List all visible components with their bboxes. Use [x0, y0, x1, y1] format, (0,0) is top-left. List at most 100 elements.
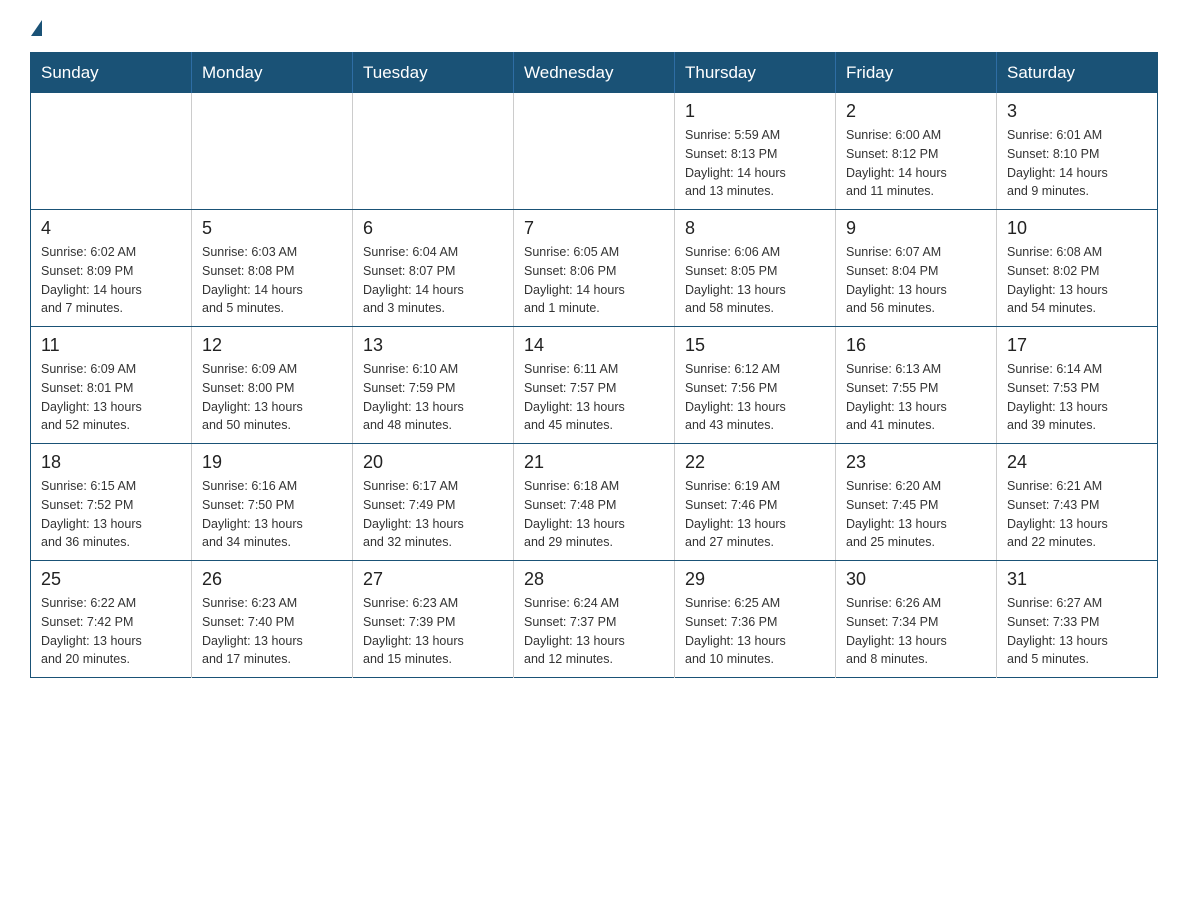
calendar-cell: 24 Sunrise: 6:21 AM Sunset: 7:43 PM Dayli… — [997, 444, 1158, 561]
calendar-cell: 31 Sunrise: 6:27 AM Sunset: 7:33 PM Dayli… — [997, 561, 1158, 678]
day-info: Sunrise: 6:02 AM Sunset: 8:09 PM Dayligh… — [41, 243, 181, 318]
page-header — [30, 20, 1158, 34]
day-number: 10 — [1007, 218, 1147, 239]
calendar-week-4: 18 Sunrise: 6:15 AM Sunset: 7:52 PM Dayli… — [31, 444, 1158, 561]
calendar-cell — [353, 93, 514, 210]
day-number: 5 — [202, 218, 342, 239]
day-info: Sunrise: 6:17 AM Sunset: 7:49 PM Dayligh… — [363, 477, 503, 552]
day-number: 30 — [846, 569, 986, 590]
day-number: 7 — [524, 218, 664, 239]
weekday-header-saturday: Saturday — [997, 53, 1158, 94]
day-number: 22 — [685, 452, 825, 473]
day-number: 14 — [524, 335, 664, 356]
calendar-cell: 20 Sunrise: 6:17 AM Sunset: 7:49 PM Dayli… — [353, 444, 514, 561]
day-info: Sunrise: 6:05 AM Sunset: 8:06 PM Dayligh… — [524, 243, 664, 318]
calendar-week-3: 11 Sunrise: 6:09 AM Sunset: 8:01 PM Dayli… — [31, 327, 1158, 444]
day-number: 16 — [846, 335, 986, 356]
calendar-cell: 28 Sunrise: 6:24 AM Sunset: 7:37 PM Dayli… — [514, 561, 675, 678]
calendar-cell: 27 Sunrise: 6:23 AM Sunset: 7:39 PM Dayli… — [353, 561, 514, 678]
calendar-week-1: 1Sunrise: 5:59 AM Sunset: 8:13 PM Daylig… — [31, 93, 1158, 210]
calendar-cell: 19Sunrise: 6:16 AM Sunset: 7:50 PM Dayli… — [192, 444, 353, 561]
day-info: Sunrise: 6:10 AM Sunset: 7:59 PM Dayligh… — [363, 360, 503, 435]
day-info: Sunrise: 6:24 AM Sunset: 7:37 PM Dayligh… — [524, 594, 664, 669]
day-number: 20 — [363, 452, 503, 473]
weekday-header-sunday: Sunday — [31, 53, 192, 94]
weekday-header-wednesday: Wednesday — [514, 53, 675, 94]
day-number: 17 — [1007, 335, 1147, 356]
day-info: Sunrise: 6:25 AM Sunset: 7:36 PM Dayligh… — [685, 594, 825, 669]
day-info: Sunrise: 6:09 AM Sunset: 8:00 PM Dayligh… — [202, 360, 342, 435]
day-info: Sunrise: 6:15 AM Sunset: 7:52 PM Dayligh… — [41, 477, 181, 552]
day-number: 27 — [363, 569, 503, 590]
calendar-week-5: 25 Sunrise: 6:22 AM Sunset: 7:42 PM Dayli… — [31, 561, 1158, 678]
weekday-header-thursday: Thursday — [675, 53, 836, 94]
day-info: Sunrise: 6:23 AM Sunset: 7:39 PM Dayligh… — [363, 594, 503, 669]
day-info: Sunrise: 6:21 AM Sunset: 7:43 PM Dayligh… — [1007, 477, 1147, 552]
day-info: Sunrise: 6:11 AM Sunset: 7:57 PM Dayligh… — [524, 360, 664, 435]
logo-triangle-icon — [31, 20, 42, 36]
day-info: Sunrise: 6:27 AM Sunset: 7:33 PM Dayligh… — [1007, 594, 1147, 669]
day-info: Sunrise: 6:09 AM Sunset: 8:01 PM Dayligh… — [41, 360, 181, 435]
calendar-cell: 10 Sunrise: 6:08 AM Sunset: 8:02 PM Dayli… — [997, 210, 1158, 327]
calendar-cell: 30 Sunrise: 6:26 AM Sunset: 7:34 PM Dayli… — [836, 561, 997, 678]
day-number: 24 — [1007, 452, 1147, 473]
calendar-cell: 2 Sunrise: 6:00 AM Sunset: 8:12 PM Daylig… — [836, 93, 997, 210]
day-info: Sunrise: 6:18 AM Sunset: 7:48 PM Dayligh… — [524, 477, 664, 552]
day-number: 28 — [524, 569, 664, 590]
calendar-cell: 25 Sunrise: 6:22 AM Sunset: 7:42 PM Dayli… — [31, 561, 192, 678]
calendar-cell — [514, 93, 675, 210]
calendar-cell — [192, 93, 353, 210]
day-number: 3 — [1007, 101, 1147, 122]
calendar-cell: 9Sunrise: 6:07 AM Sunset: 8:04 PM Daylig… — [836, 210, 997, 327]
day-number: 8 — [685, 218, 825, 239]
day-info: Sunrise: 6:04 AM Sunset: 8:07 PM Dayligh… — [363, 243, 503, 318]
calendar-cell: 8Sunrise: 6:06 AM Sunset: 8:05 PM Daylig… — [675, 210, 836, 327]
day-number: 1 — [685, 101, 825, 122]
day-number: 15 — [685, 335, 825, 356]
day-info: Sunrise: 6:19 AM Sunset: 7:46 PM Dayligh… — [685, 477, 825, 552]
day-number: 23 — [846, 452, 986, 473]
calendar-cell: 22 Sunrise: 6:19 AM Sunset: 7:46 PM Dayli… — [675, 444, 836, 561]
logo — [30, 20, 42, 34]
day-info: Sunrise: 6:14 AM Sunset: 7:53 PM Dayligh… — [1007, 360, 1147, 435]
day-number: 25 — [41, 569, 181, 590]
calendar-cell: 11 Sunrise: 6:09 AM Sunset: 8:01 PM Dayli… — [31, 327, 192, 444]
day-number: 4 — [41, 218, 181, 239]
calendar-cell: 1Sunrise: 5:59 AM Sunset: 8:13 PM Daylig… — [675, 93, 836, 210]
calendar-cell: 26Sunrise: 6:23 AM Sunset: 7:40 PM Dayli… — [192, 561, 353, 678]
day-info: Sunrise: 6:16 AM Sunset: 7:50 PM Dayligh… — [202, 477, 342, 552]
calendar-cell: 23 Sunrise: 6:20 AM Sunset: 7:45 PM Dayli… — [836, 444, 997, 561]
day-info: Sunrise: 6:23 AM Sunset: 7:40 PM Dayligh… — [202, 594, 342, 669]
day-number: 9 — [846, 218, 986, 239]
calendar-cell: 14 Sunrise: 6:11 AM Sunset: 7:57 PM Dayli… — [514, 327, 675, 444]
day-number: 18 — [41, 452, 181, 473]
weekday-header-friday: Friday — [836, 53, 997, 94]
calendar-cell: 17 Sunrise: 6:14 AM Sunset: 7:53 PM Dayli… — [997, 327, 1158, 444]
weekday-header-tuesday: Tuesday — [353, 53, 514, 94]
calendar-cell: 5 Sunrise: 6:03 AM Sunset: 8:08 PM Daylig… — [192, 210, 353, 327]
day-info: Sunrise: 6:13 AM Sunset: 7:55 PM Dayligh… — [846, 360, 986, 435]
day-number: 12 — [202, 335, 342, 356]
calendar-cell: 12 Sunrise: 6:09 AM Sunset: 8:00 PM Dayli… — [192, 327, 353, 444]
day-info: Sunrise: 6:08 AM Sunset: 8:02 PM Dayligh… — [1007, 243, 1147, 318]
calendar-cell — [31, 93, 192, 210]
day-info: Sunrise: 6:01 AM Sunset: 8:10 PM Dayligh… — [1007, 126, 1147, 201]
calendar-week-2: 4 Sunrise: 6:02 AM Sunset: 8:09 PM Daylig… — [31, 210, 1158, 327]
day-info: Sunrise: 6:00 AM Sunset: 8:12 PM Dayligh… — [846, 126, 986, 201]
day-info: Sunrise: 6:03 AM Sunset: 8:08 PM Dayligh… — [202, 243, 342, 318]
calendar-cell: 29Sunrise: 6:25 AM Sunset: 7:36 PM Dayli… — [675, 561, 836, 678]
day-info: Sunrise: 6:20 AM Sunset: 7:45 PM Dayligh… — [846, 477, 986, 552]
day-number: 31 — [1007, 569, 1147, 590]
day-info: Sunrise: 6:26 AM Sunset: 7:34 PM Dayligh… — [846, 594, 986, 669]
calendar-header-row: SundayMondayTuesdayWednesdayThursdayFrid… — [31, 53, 1158, 94]
calendar-table: SundayMondayTuesdayWednesdayThursdayFrid… — [30, 52, 1158, 678]
day-info: Sunrise: 6:12 AM Sunset: 7:56 PM Dayligh… — [685, 360, 825, 435]
day-number: 2 — [846, 101, 986, 122]
calendar-cell: 15 Sunrise: 6:12 AM Sunset: 7:56 PM Dayli… — [675, 327, 836, 444]
day-number: 21 — [524, 452, 664, 473]
calendar-cell: 21 Sunrise: 6:18 AM Sunset: 7:48 PM Dayli… — [514, 444, 675, 561]
day-info: Sunrise: 6:22 AM Sunset: 7:42 PM Dayligh… — [41, 594, 181, 669]
day-number: 11 — [41, 335, 181, 356]
calendar-cell: 13Sunrise: 6:10 AM Sunset: 7:59 PM Dayli… — [353, 327, 514, 444]
calendar-cell: 3 Sunrise: 6:01 AM Sunset: 8:10 PM Daylig… — [997, 93, 1158, 210]
